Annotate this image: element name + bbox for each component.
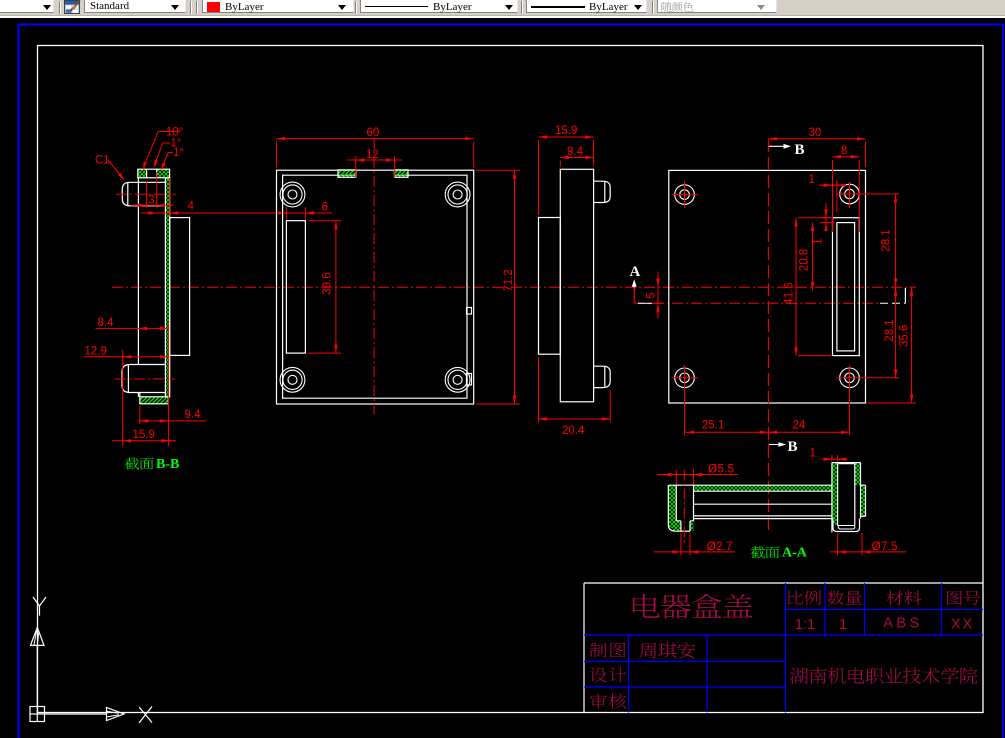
svg-text:B: B [795, 142, 805, 158]
svg-text:Ø7.5: Ø7.5 [872, 539, 898, 553]
svg-text:39.6: 39.6 [322, 272, 334, 294]
svg-text:1: 1 [839, 617, 847, 633]
svg-text:Ø5.5: Ø5.5 [708, 461, 734, 475]
svg-text:A-A: A-A [782, 546, 808, 561]
svg-text:A: A [630, 264, 641, 280]
svg-text:12: 12 [366, 149, 379, 161]
svg-text:1: 1 [809, 174, 815, 186]
svg-text:35.6: 35.6 [899, 325, 911, 347]
svg-text:B: B [788, 439, 798, 455]
svg-text:Ø2.7: Ø2.7 [707, 539, 733, 553]
svg-text:9.4: 9.4 [185, 409, 202, 421]
svg-text:XX: XX [951, 617, 974, 633]
svg-text:15.9: 15.9 [133, 429, 155, 441]
svg-text:20.4: 20.4 [562, 425, 585, 437]
svg-text:24: 24 [793, 420, 806, 432]
svg-text:C1: C1 [95, 155, 110, 167]
svg-text:30: 30 [809, 127, 822, 139]
svg-text:1°: 1° [173, 147, 184, 159]
svg-text:15.9: 15.9 [555, 125, 577, 137]
svg-text:5: 5 [645, 292, 657, 298]
svg-text:9.4: 9.4 [567, 146, 584, 158]
svg-text:1:1: 1:1 [795, 617, 815, 633]
svg-text:12.9: 12.9 [85, 345, 107, 357]
svg-text:B-B: B-B [156, 457, 179, 472]
svg-text:71.2: 71.2 [503, 269, 515, 291]
svg-text:8.4: 8.4 [98, 317, 115, 329]
svg-text:20.8: 20.8 [798, 249, 810, 271]
svg-text:3: 3 [148, 195, 154, 207]
svg-text:28.1: 28.1 [880, 229, 892, 251]
svg-text:1: 1 [810, 447, 816, 459]
svg-text:ABS: ABS [883, 616, 923, 632]
svg-text:41.6: 41.6 [784, 282, 796, 304]
svg-text:25.1: 25.1 [702, 420, 724, 432]
svg-text:60: 60 [367, 127, 380, 139]
svg-text:8: 8 [841, 145, 847, 157]
svg-text:28.1: 28.1 [884, 319, 896, 341]
svg-text:4: 4 [188, 201, 195, 213]
svg-text:1: 1 [812, 238, 824, 244]
svg-text:6: 6 [322, 202, 328, 214]
